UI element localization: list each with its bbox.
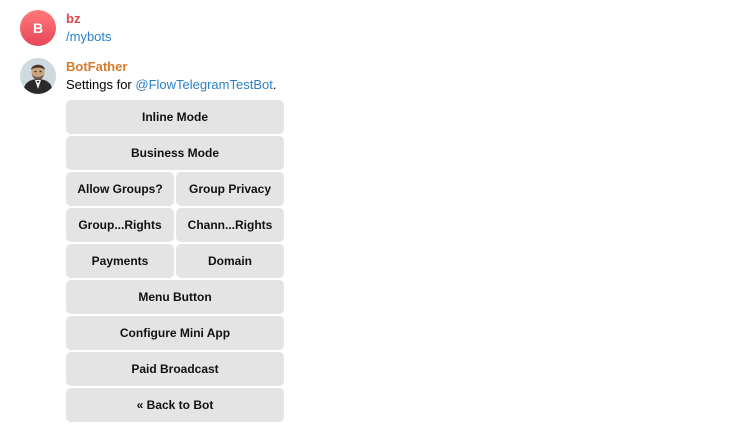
sender-name-bz[interactable]: bz [66,11,80,26]
keyboard-row: « Back to Bot [66,388,284,422]
keyboard-row: Allow Groups? Group Privacy [66,172,284,206]
domain-button[interactable]: Domain [176,244,284,278]
sender-name-botfather[interactable]: BotFather [66,59,127,74]
paid-broadcast-button[interactable]: Paid Broadcast [66,352,284,386]
keyboard-row: Paid Broadcast [66,352,284,386]
message-text-prefix: Settings for [66,77,136,92]
avatar-bz[interactable]: B [20,10,56,46]
bot-mention-link[interactable]: @FlowTelegramTestBot [135,77,272,92]
inline-mode-button[interactable]: Inline Mode [66,100,284,134]
allow-groups-button[interactable]: Allow Groups? [66,172,174,206]
inline-keyboard: Inline Mode Business Mode Allow Groups? … [66,100,284,424]
back-to-bot-button[interactable]: « Back to Bot [66,388,284,422]
keyboard-row: Menu Button [66,280,284,314]
avatar-letter: B [32,20,44,36]
message-text-suffix: . [272,77,277,92]
configure-mini-app-button[interactable]: Configure Mini App [66,316,284,350]
group-privacy-button[interactable]: Group Privacy [176,172,284,206]
keyboard-row: Group...Rights Chann...Rights [66,208,284,242]
business-mode-button[interactable]: Business Mode [66,136,284,170]
keyboard-row: Inline Mode [66,100,284,134]
avatar-botfather[interactable] [20,58,56,94]
payments-button[interactable]: Payments [66,244,174,278]
keyboard-row: Configure Mini App [66,316,284,350]
menu-button-button[interactable]: Menu Button [66,280,284,314]
command-link-mybots[interactable]: /mybots [66,29,112,44]
keyboard-row: Business Mode [66,136,284,170]
botfather-photo-icon [20,58,56,94]
keyboard-row: Payments Domain [66,244,284,278]
message-text-settings: Settings for @FlowTelegramTestBot. [66,77,276,92]
group-admin-rights-button[interactable]: Group...Rights [66,208,174,242]
channel-admin-rights-button[interactable]: Chann...Rights [176,208,284,242]
